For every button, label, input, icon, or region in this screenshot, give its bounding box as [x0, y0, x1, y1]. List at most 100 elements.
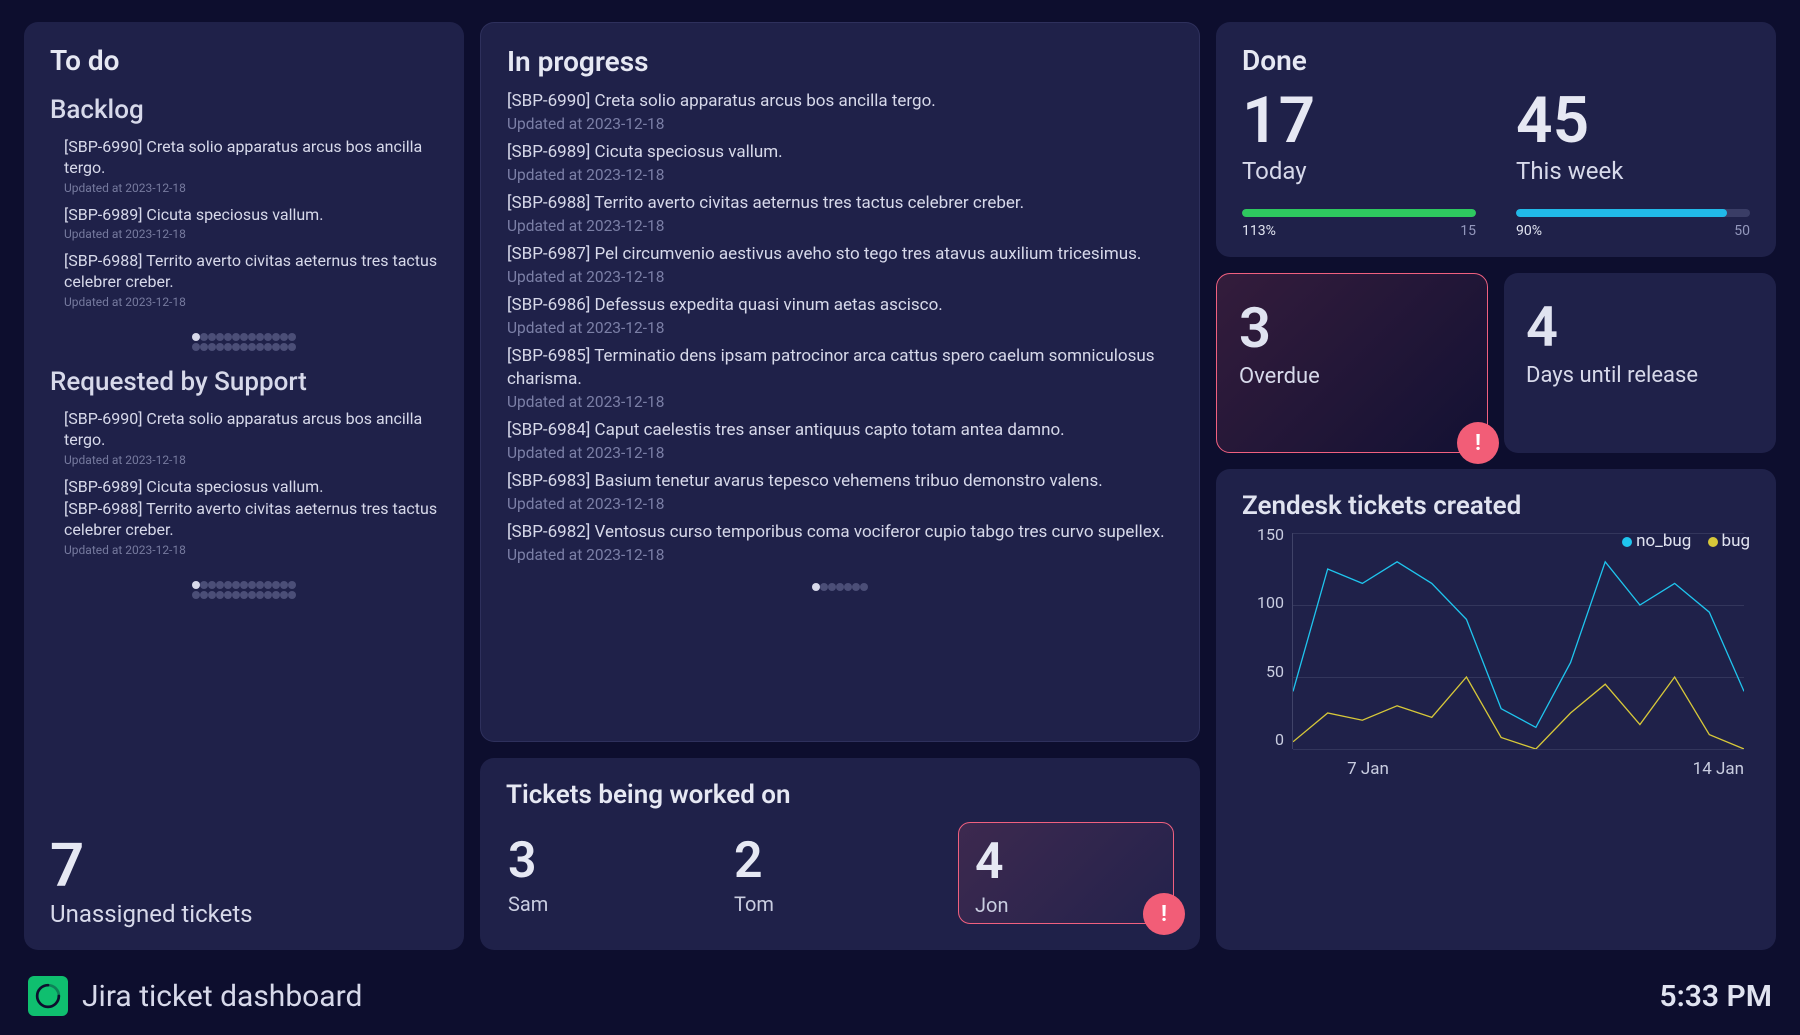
list-item-title[interactable]: [SBP-6982] Ventosus curso temporibus com…	[507, 521, 1173, 543]
pager-dot[interactable]	[288, 581, 296, 589]
pager-dot[interactable]	[272, 343, 280, 351]
list-item-title[interactable]: [SBP-6988] Territo averto civitas aetern…	[507, 192, 1173, 214]
pager-dot[interactable]	[192, 343, 200, 351]
pager-dot[interactable]	[232, 343, 240, 351]
release-card: 4 Days until release	[1504, 273, 1776, 453]
pager-dot[interactable]	[240, 343, 248, 351]
support-list: [SBP-6990] Creta solio apparatus arcus b…	[50, 409, 438, 567]
pager-dot[interactable]	[256, 581, 264, 589]
list-item-title[interactable]: [SBP-6986] Defessus expedita quasi vinum…	[507, 294, 1173, 316]
pager-dot[interactable]	[256, 343, 264, 351]
pager-dot[interactable]	[192, 591, 200, 599]
pager-dot[interactable]	[288, 343, 296, 351]
list-item-title[interactable]: [SBP-6990] Creta solio apparatus arcus b…	[507, 90, 1173, 112]
inprogress-list: [SBP-6990] Creta solio apparatus arcus b…	[507, 90, 1173, 564]
pager-dot[interactable]	[240, 333, 248, 341]
pager-dot[interactable]	[836, 583, 844, 591]
done-week-pct: 90%	[1516, 223, 1542, 239]
pager-dot[interactable]	[280, 581, 288, 589]
pager-dot[interactable]	[200, 333, 208, 341]
pager-dot[interactable]	[232, 581, 240, 589]
list-item-title[interactable]: [SBP-6990] Creta solio apparatus arcus b…	[64, 137, 438, 179]
list-item-title[interactable]: [SBP-6989] Cicuta speciosus vallum.	[64, 205, 438, 226]
pager-dot[interactable]	[232, 333, 240, 341]
pager-dot[interactable]	[192, 333, 200, 341]
pager-dot[interactable]	[216, 591, 224, 599]
pager-dot[interactable]	[256, 333, 264, 341]
pager-dot[interactable]	[828, 583, 836, 591]
overdue-value: 3	[1239, 300, 1465, 356]
pager-dot[interactable]	[208, 333, 216, 341]
list-item-title[interactable]: [SBP-6984] Caput caelestis tres anser an…	[507, 419, 1173, 441]
pager-dot[interactable]	[200, 581, 208, 589]
pager-dot[interactable]	[248, 343, 256, 351]
pager-dot[interactable]	[272, 333, 280, 341]
pager-dot[interactable]	[248, 591, 256, 599]
pager-dot[interactable]	[240, 581, 248, 589]
logo-icon	[28, 976, 68, 1016]
right-column: Done 17 Today 113% 15 45 This week	[1216, 22, 1776, 950]
pager-dot[interactable]	[264, 591, 272, 599]
list-item-title[interactable]: [SBP-6988] Territo averto civitas aetern…	[64, 499, 438, 541]
dashboard-grid: To do Backlog [SBP-6990] Creta solio app…	[0, 0, 1800, 952]
list-item-meta: Updated at 2023-12-18	[507, 268, 1173, 286]
pager-dot[interactable]	[820, 583, 828, 591]
pager-dot[interactable]	[200, 343, 208, 351]
pager-dot[interactable]	[288, 333, 296, 341]
pager-dot[interactable]	[248, 581, 256, 589]
pager-dot[interactable]	[256, 591, 264, 599]
inprogress-pager[interactable]	[507, 576, 1173, 595]
done-today-progress	[1242, 209, 1476, 217]
pager-dot[interactable]	[232, 591, 240, 599]
status-row: 3 Overdue ! 4 Days until release	[1216, 273, 1776, 453]
pager-dot[interactable]	[280, 343, 288, 351]
workers-grid: 3Sam2Tom4Jon!	[506, 822, 1174, 924]
middle-column: In progress [SBP-6990] Creta solio appar…	[480, 22, 1200, 950]
pager-dot[interactable]	[208, 591, 216, 599]
list-item-title[interactable]: [SBP-6985] Terminatio dens ipsam patroci…	[507, 345, 1173, 389]
pager-dot[interactable]	[224, 581, 232, 589]
list-item-title[interactable]: [SBP-6990] Creta solio apparatus arcus b…	[64, 409, 438, 451]
pager-dot[interactable]	[224, 343, 232, 351]
pager-dot[interactable]	[216, 333, 224, 341]
list-item-meta: Updated at 2023-12-18	[64, 181, 438, 195]
pager-dot[interactable]	[216, 581, 224, 589]
pager-dot[interactable]	[860, 583, 868, 591]
pager-dot[interactable]	[288, 591, 296, 599]
pager-dot[interactable]	[280, 333, 288, 341]
pager-dot[interactable]	[280, 591, 288, 599]
release-label: Days until release	[1526, 363, 1754, 388]
pager-dot[interactable]	[272, 581, 280, 589]
pager-dot[interactable]	[192, 581, 200, 589]
pager-dot[interactable]	[272, 591, 280, 599]
chart-xlabels: . 7 Jan 14 Jan	[1292, 759, 1744, 779]
pager-dot[interactable]	[852, 583, 860, 591]
pager-dot[interactable]	[812, 583, 820, 591]
list-item-title[interactable]: [SBP-6989] Cicuta speciosus vallum.	[64, 477, 438, 498]
backlog-pager[interactable]	[50, 331, 438, 351]
pager-dot[interactable]	[224, 333, 232, 341]
pager-dot[interactable]	[208, 581, 216, 589]
list-item-title[interactable]: [SBP-6983] Basium tenetur avarus tepesco…	[507, 470, 1173, 492]
pager-dot[interactable]	[264, 581, 272, 589]
pager-dot[interactable]	[248, 333, 256, 341]
pager-dot[interactable]	[844, 583, 852, 591]
alert-icon: !	[1457, 422, 1499, 464]
pager-dot[interactable]	[240, 591, 248, 599]
pager-dot[interactable]	[216, 343, 224, 351]
progress-fill	[1242, 209, 1476, 217]
support-pager[interactable]	[50, 579, 438, 599]
list-item-title[interactable]: [SBP-6989] Cicuta speciosus vallum.	[507, 141, 1173, 163]
done-today-target: 15	[1460, 223, 1476, 239]
pager-dot[interactable]	[224, 591, 232, 599]
pager-dot[interactable]	[264, 343, 272, 351]
pager-dot[interactable]	[200, 591, 208, 599]
pager-dot[interactable]	[208, 343, 216, 351]
list-item-title[interactable]: [SBP-6988] Territo averto civitas aetern…	[64, 251, 438, 293]
pager-dot[interactable]	[264, 333, 272, 341]
release-value: 4	[1526, 299, 1754, 355]
done-card: Done 17 Today 113% 15 45 This week	[1216, 22, 1776, 257]
todo-card: To do Backlog [SBP-6990] Creta solio app…	[24, 22, 464, 950]
todo-title: To do	[50, 44, 438, 77]
list-item-title[interactable]: [SBP-6987] Pel circumvenio aestivus aveh…	[507, 243, 1173, 265]
